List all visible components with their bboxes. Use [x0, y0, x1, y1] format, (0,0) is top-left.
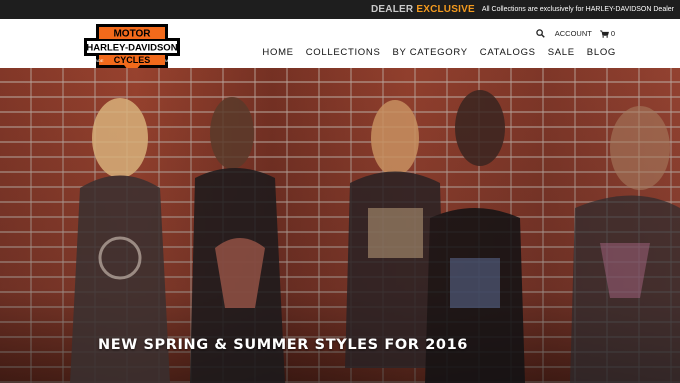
cart-icon: [599, 30, 609, 38]
nav-by-category[interactable]: BY CATEGORY: [392, 47, 467, 58]
logo-left-mark: TRADE: [90, 58, 104, 63]
account-link[interactable]: ACCOUNT: [555, 29, 592, 38]
announcement-bar: DEALER EXCLUSIVE All Collections are exc…: [0, 0, 680, 19]
site-header: MOTOR HARLEY-DAVIDSON CYCLES TRADE MARK …: [0, 19, 680, 80]
nav-blog[interactable]: BLOG: [587, 47, 616, 58]
nav-catalogs[interactable]: CATALOGS: [480, 47, 536, 58]
logo-right-mark: MARK: [165, 58, 177, 63]
hero-banner[interactable]: NEW SPRING & SUMMER STYLES FOR 2016: [0, 68, 680, 383]
nav-collections[interactable]: COLLECTIONS: [306, 47, 381, 58]
cart-link[interactable]: 0: [599, 29, 615, 38]
main-nav: HOME COLLECTIONS BY CATEGORY CATALOGS SA…: [262, 47, 616, 58]
dealer-label: DEALER: [371, 4, 414, 15]
nav-sale[interactable]: SALE: [548, 47, 575, 58]
utility-links: ACCOUNT 0: [536, 29, 615, 38]
logo-bottom-text: CYCLES: [114, 55, 151, 65]
search-icon[interactable]: [536, 29, 545, 38]
nav-home[interactable]: HOME: [262, 47, 293, 58]
dealer-notice: All Collections are exclusively for HARL…: [481, 6, 674, 13]
hero-title: NEW SPRING & SUMMER STYLES FOR 2016: [98, 337, 468, 353]
logo-main-text: HARLEY-DAVIDSON: [86, 43, 177, 54]
cart-count: 0: [610, 29, 615, 38]
exclusive-label: EXCLUSIVE: [416, 4, 475, 15]
logo-top-text: MOTOR: [113, 29, 151, 40]
